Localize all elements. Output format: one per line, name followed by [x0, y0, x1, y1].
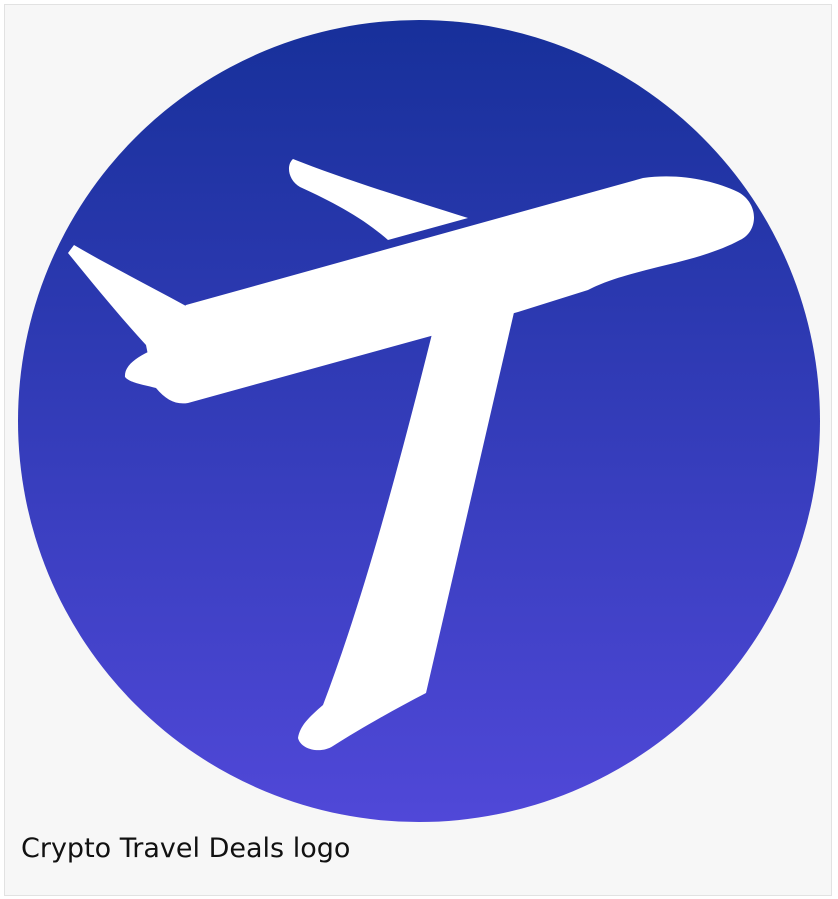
- crypto-travel-deals-logo: [18, 20, 820, 822]
- figure-panel: Crypto Travel Deals logo: [4, 4, 832, 896]
- figure-caption: Crypto Travel Deals logo: [21, 833, 351, 864]
